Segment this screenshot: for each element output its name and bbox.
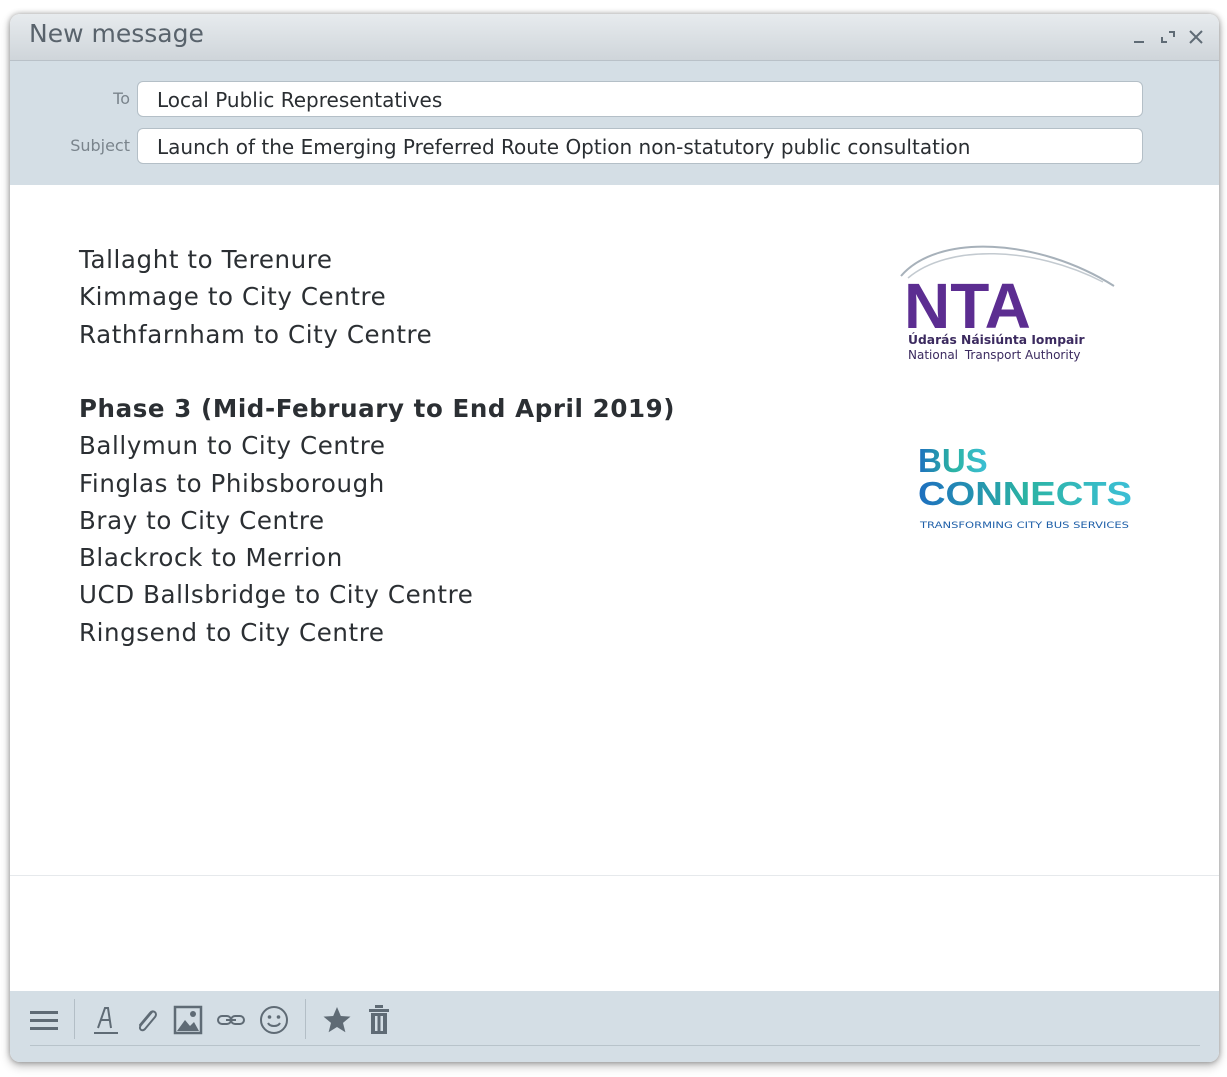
busconnects-logo-graphic: BUS CONNECTS TRANSFORMING CITY BUS SERVI…: [918, 442, 1132, 531]
busconnects-tagline: TRANSFORMING CITY BUS SERVICES: [919, 521, 1130, 531]
route-line: Ringsend to City Centre: [79, 617, 385, 647]
route-line: Blackrock to Merrion: [79, 543, 343, 573]
busconnects-logo: BUS CONNECTS TRANSFORMING CITY BUS SERVI…: [918, 442, 1138, 534]
route-line: UCD Ballsbridge to City Centre: [79, 580, 474, 610]
nta-english-name-2: Transport Authority: [964, 348, 1081, 362]
compose-header: To Local Public Representatives Subject …: [10, 61, 1219, 185]
nta-logo: NTA Údarás Náisiúnta Iompair National Tr…: [898, 238, 1118, 364]
route-list-group-2: Phase 3 (Mid-February to End April 2019)…: [79, 390, 675, 651]
route-list-group-1: Tallaght to Terenure Kimmage to City Cen…: [79, 241, 432, 353]
route-line: Finglas to Phibsborough: [79, 468, 385, 498]
star-icon[interactable]: [321, 1003, 353, 1037]
subject-label: Subject: [70, 136, 130, 155]
trash-icon[interactable]: [363, 1003, 395, 1037]
busconnects-word-2: CONNECTS: [918, 475, 1132, 512]
toolbar-bottom-line: [30, 1045, 1200, 1046]
route-line: Ballymun to City Centre: [79, 431, 386, 461]
text-format-icon[interactable]: [90, 1003, 122, 1037]
toolbar-separator: [305, 999, 306, 1039]
close-icon[interactable]: [1187, 28, 1205, 46]
body-divider: [10, 875, 1219, 876]
emoji-icon[interactable]: [258, 1003, 290, 1037]
compose-toolbar: [10, 991, 1219, 1062]
route-line: Bray to City Centre: [79, 505, 325, 535]
link-icon[interactable]: [215, 1003, 247, 1037]
nta-irish-name: Údarás Náisiúnta Iompair: [908, 332, 1086, 347]
image-icon[interactable]: [172, 1003, 204, 1037]
nta-mark: NTA: [904, 270, 1031, 342]
busconnects-word-1: BUS: [918, 444, 988, 479]
nta-english-name-1: National: [908, 348, 958, 362]
route-line: Kimmage to City Centre: [79, 282, 387, 312]
compose-window: New message To Local Public Representati…: [10, 14, 1219, 1062]
window-title: New message: [29, 19, 204, 48]
nta-logo-graphic: NTA Údarás Náisiúnta Iompair National Tr…: [900, 245, 1115, 362]
subject-field[interactable]: Launch of the Emerging Preferred Route O…: [137, 128, 1143, 164]
window-controls: [1131, 24, 1205, 50]
route-line: Tallaght to Terenure: [79, 245, 333, 274]
expand-icon[interactable]: [1159, 28, 1177, 46]
to-label: To: [113, 89, 130, 108]
phase3-heading: Phase 3 (Mid-February to End April 2019): [79, 394, 676, 423]
attachment-icon[interactable]: [130, 1003, 162, 1037]
subject-row: Subject Launch of the Emerging Preferred…: [10, 128, 1219, 166]
title-bar[interactable]: New message: [10, 14, 1219, 61]
menu-icon[interactable]: [28, 1003, 60, 1037]
minimize-icon[interactable]: [1131, 28, 1149, 46]
route-line: Rathfarnham to City Centre: [79, 319, 433, 349]
toolbar-separator: [74, 999, 75, 1039]
to-field[interactable]: Local Public Representatives: [137, 81, 1143, 117]
to-row: To Local Public Representatives: [10, 81, 1219, 119]
nta-english-name: National Transport Authority: [908, 348, 1081, 362]
